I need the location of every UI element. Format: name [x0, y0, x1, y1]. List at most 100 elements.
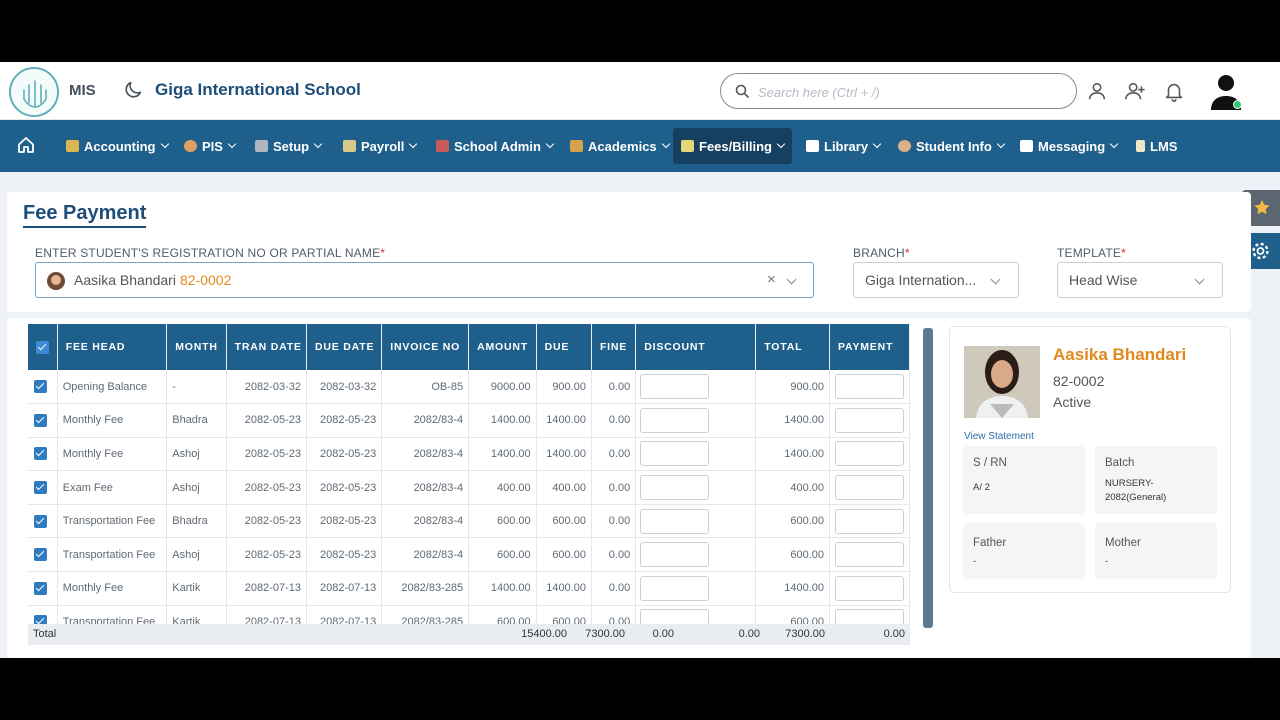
cell-due-date: 2082-05-23: [306, 504, 383, 539]
nav-fees-billing[interactable]: Fees/Billing: [673, 128, 792, 164]
search-input[interactable]: [758, 82, 1058, 102]
school-logo[interactable]: [9, 67, 59, 117]
page-title: Fee Payment: [23, 202, 147, 228]
row-checkbox[interactable]: [34, 581, 47, 595]
library-icon: [806, 140, 819, 152]
nav-messaging[interactable]: Messaging: [1012, 128, 1125, 164]
mother-info: Mother -: [1095, 523, 1217, 579]
payment-input[interactable]: [835, 475, 904, 501]
cell-month: Kartik: [166, 571, 227, 606]
fee-table-scroll[interactable]: FEE HEAD MONTH TRAN DATE DUE DATE INVOIC…: [28, 324, 910, 624]
discount-input[interactable]: [640, 508, 710, 534]
cell-total: 900.00: [755, 370, 830, 405]
nav-pis[interactable]: PIS: [176, 128, 243, 164]
discount-input[interactable]: [640, 374, 710, 400]
discount-input[interactable]: [640, 609, 710, 624]
nav-school-admin[interactable]: School Admin: [428, 128, 561, 164]
nav-setup[interactable]: Setup: [247, 128, 329, 164]
main-nav: Accounting PIS Setup Payroll School Admi…: [0, 120, 1280, 172]
discount-input[interactable]: [640, 542, 710, 568]
cell-due-date: 2082-05-23: [306, 437, 383, 472]
cell-control: [635, 370, 757, 405]
profile-reg: 82-0002: [1053, 373, 1105, 389]
nav-academics[interactable]: Academics: [562, 128, 677, 164]
row-checkbox[interactable]: [34, 447, 47, 461]
cell-fine: 0.00: [591, 504, 637, 539]
nav-student-info[interactable]: Student Info: [890, 128, 1012, 164]
total-label: Total: [33, 628, 57, 640]
nav-library[interactable]: Library: [798, 128, 888, 164]
row-checkbox[interactable]: [34, 615, 47, 624]
payment-input[interactable]: [835, 508, 904, 534]
payment-input[interactable]: [835, 542, 904, 568]
cell-fine: 0.00: [591, 437, 637, 472]
nav-label: Academics: [588, 138, 657, 154]
cell-total: 600.00: [755, 537, 830, 573]
col-tran-date: TRAN DATE: [226, 324, 307, 370]
chevron-down-icon[interactable]: [786, 274, 797, 285]
row-checkbox[interactable]: [34, 413, 47, 427]
view-statement-link[interactable]: View Statement: [964, 431, 1034, 442]
cell-due: 600.00: [536, 504, 592, 539]
cell-fee-head: Transportation Fee: [57, 605, 168, 624]
branch-select[interactable]: Giga Internation...: [853, 262, 1019, 298]
discount-input[interactable]: [640, 475, 710, 501]
moon-icon[interactable]: [122, 79, 144, 101]
cell-control: [829, 370, 910, 405]
table-scrollbar[interactable]: [923, 328, 933, 628]
bell-icon[interactable]: [1163, 80, 1185, 102]
user-icon[interactable]: [1086, 80, 1108, 102]
cell-fee-head: Opening Balance: [57, 370, 168, 405]
select-all-checkbox[interactable]: [28, 324, 58, 370]
student-select[interactable]: Aasika Bhandari 82-0002 ×: [35, 262, 814, 298]
cell-control: [28, 403, 58, 438]
cell-total: 1400.00: [755, 571, 830, 606]
nav-payroll[interactable]: Payroll: [335, 128, 424, 164]
home-icon[interactable]: [16, 135, 36, 155]
student-info-icon: [898, 140, 911, 152]
cell-control: [829, 437, 910, 472]
total-due: 7300.00: [585, 628, 625, 640]
payment-input[interactable]: [835, 575, 904, 601]
cell-month: -: [166, 370, 227, 405]
clear-icon[interactable]: ×: [767, 271, 776, 288]
table-row: Monthly Fee Bhadra 2082-05-23 2082-05-23 208…: [28, 403, 910, 438]
row-checkbox[interactable]: [34, 481, 47, 495]
cell-due-date: 2082-05-23: [306, 403, 383, 438]
cell-tran-date: 2082-07-13: [226, 571, 307, 606]
search-box[interactable]: [720, 73, 1077, 109]
add-user-icon[interactable]: [1124, 80, 1146, 102]
cell-amount: 1400.00: [468, 437, 537, 472]
col-amount: AMOUNT: [468, 324, 537, 370]
cell-amount: 600.00: [468, 537, 537, 573]
sn-label: S / RN: [973, 457, 1007, 469]
nav-accounting[interactable]: Accounting: [58, 128, 176, 164]
cell-tran-date: 2082-05-23: [226, 403, 307, 438]
row-checkbox[interactable]: [34, 380, 47, 394]
total-fine: 0.00: [652, 628, 674, 640]
payment-input[interactable]: [835, 441, 904, 467]
col-month: MONTH: [166, 324, 227, 370]
table-total-row: Total 15400.00 7300.00 0.00 0.00 7300.00…: [28, 624, 910, 645]
col-invoice-no: INVOICE NO: [381, 324, 470, 370]
fees-billing-icon: [681, 140, 694, 152]
discount-input[interactable]: [640, 441, 710, 467]
mother-label: Mother: [1105, 537, 1141, 549]
cell-month: Kartik: [166, 605, 227, 624]
nav-lms[interactable]: LMS: [1128, 128, 1185, 164]
payment-input[interactable]: [835, 374, 904, 400]
payment-input[interactable]: [835, 407, 904, 433]
cell-month: Ashoj: [166, 470, 227, 505]
payment-input[interactable]: [835, 609, 904, 624]
template-select[interactable]: Head Wise: [1057, 262, 1223, 298]
chevron-down-icon: [1194, 274, 1205, 285]
col-due-date: DUE DATE: [306, 324, 383, 370]
fee-table-body: Opening Balance -2082-03-32 2082-03-32 OB-8…: [28, 370, 910, 624]
discount-input[interactable]: [640, 407, 710, 433]
nav-label: Accounting: [84, 138, 156, 154]
cell-control: [829, 605, 910, 624]
discount-input[interactable]: [640, 575, 710, 601]
row-checkbox[interactable]: [34, 514, 47, 528]
cell-due-date: 2082-07-13: [306, 605, 383, 624]
row-checkbox[interactable]: [34, 548, 47, 562]
